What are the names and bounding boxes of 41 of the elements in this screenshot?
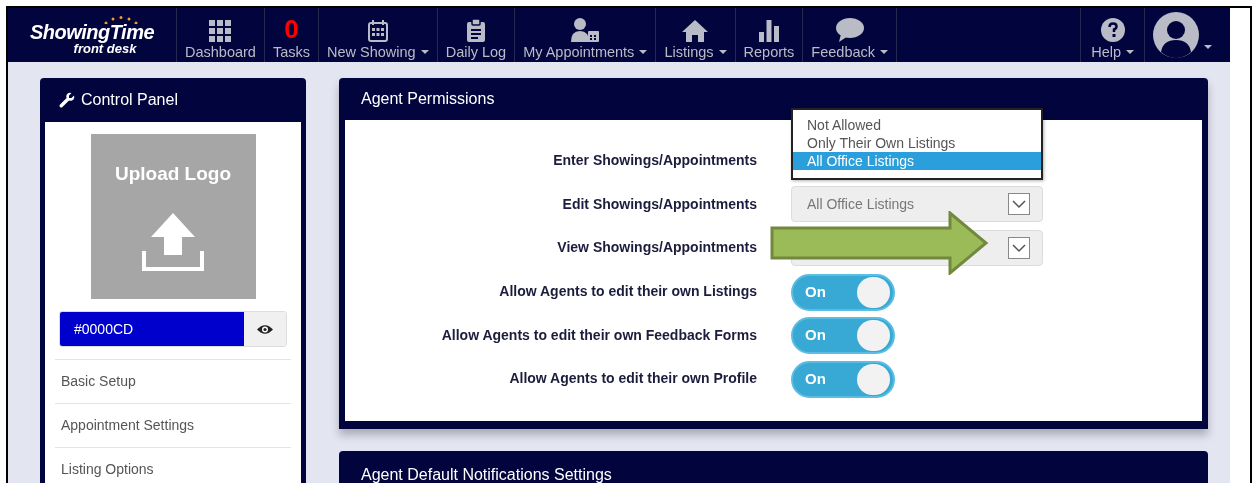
field-label: Edit Showings/Appointments [561,194,757,214]
bar-chart-icon [758,19,779,42]
dropdown-option[interactable]: Only Their Own Listings [793,133,1041,152]
nav-link[interactable]: Dashboard [176,8,264,62]
logo-title[interactable]: ShowingTime [29,21,155,42]
field-label: Allow Agents to edit their own Feedback Forms [440,325,757,345]
nav-link[interactable]: Feedback [802,8,896,62]
field-label: Enter Showings/Appointments [552,151,757,171]
question-icon [1100,17,1125,42]
field-label: Allow Agents to edit their own Profile [508,369,757,389]
nav-link[interactable]: New Showing [318,8,437,62]
panel-title: Agent Permissions [361,89,495,109]
dropdown-option[interactable]: Not Allowed [793,115,1041,134]
sidebar-menu-item[interactable]: Listing Options [55,447,291,483]
sidebar-menu-item[interactable]: Appointment Settings [55,403,291,447]
grid-icon [209,19,232,42]
color-field[interactable]: #0000CD [59,311,287,347]
field-label: Allow Agents to edit their own Listings [498,282,757,302]
sidebar-menu-item[interactable]: Basic Setup [55,359,291,403]
task-count: 0 [284,15,299,42]
nav-link[interactable]: My Appointments [514,8,656,62]
chevron-down-icon[interactable] [1008,237,1030,259]
nav-link[interactable]: 0 Tasks [263,8,318,62]
eye-icon [257,323,273,335]
nav-link[interactable]: Reports [734,8,803,62]
chevron-down-icon [1008,193,1030,216]
panel-title: Agent Default Notifications Settings [361,465,612,483]
nav-link[interactable]: Daily Log [436,8,515,62]
select-field[interactable]: All Office Listings [791,186,1043,223]
speech-bubble-icon [835,17,864,42]
nav-link[interactable]: Listings [655,8,735,62]
help-link[interactable]: Help [1080,8,1144,62]
wrench-icon [59,92,75,108]
calendar-icon [367,19,388,42]
person-calendar-icon [571,17,600,42]
field-label: View Showings/Appointments [556,238,757,258]
avatar-icon [1153,12,1199,58]
upload-icon [142,212,204,271]
home-icon [682,19,709,42]
panel-title: Control Panel [81,90,178,110]
clipboard-icon [466,18,485,42]
